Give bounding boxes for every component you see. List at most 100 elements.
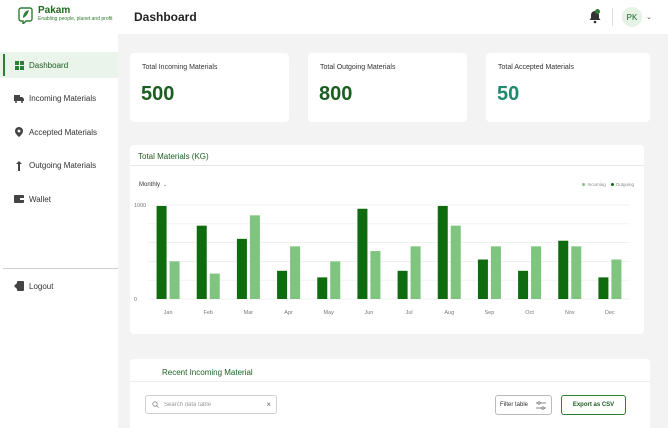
bar-outgoing[interactable] [397, 270, 408, 299]
legend-dot [610, 183, 614, 186]
stat-label: Total Outgoing Materials [320, 64, 396, 71]
search-field[interactable]: × [145, 395, 277, 414]
x-tick-label: Jul [406, 310, 413, 316]
notification-badge [595, 9, 600, 14]
bar-outgoing[interactable] [598, 277, 609, 299]
chart-title: Total Materials (KG) [138, 152, 209, 161]
legend-item-outgoing: Outgoing [610, 182, 634, 187]
bar-incoming[interactable] [370, 251, 381, 299]
brand-tagline: Enabling people, planet and profit [38, 16, 113, 22]
pakam-logo-icon [18, 7, 33, 24]
stat-card-outgoing: Total Outgoing Materials 800 [308, 53, 467, 122]
recent-incoming-card: Recent Incoming Material × Filter table [130, 359, 650, 428]
stat-label: Total Incoming Materials [142, 64, 218, 71]
stat-label: Total Accepted Materials [498, 64, 574, 71]
section-divider [130, 381, 650, 382]
brand[interactable]: Pakam Enabling people, planet and profit [18, 5, 113, 24]
bar-outgoing[interactable] [317, 277, 328, 299]
bar-outgoing[interactable] [236, 238, 247, 299]
x-tick-label: May [324, 310, 335, 316]
period-dropdown[interactable]: Monthly ⌄ [139, 182, 167, 188]
stat-card-incoming: Total Incoming Materials 500 [130, 53, 289, 122]
y-tick-label: 1000 [134, 203, 146, 209]
top-header: Dashboard PK ⌄ [118, 0, 668, 34]
legend-item-incoming: Incoming [582, 182, 606, 187]
stat-value: 50 [497, 83, 520, 105]
x-tick-label: Aug [444, 310, 454, 316]
bar-outgoing[interactable] [558, 240, 569, 299]
filter-label: Filter table [500, 402, 529, 408]
x-tick-label: Mar [244, 310, 254, 316]
bar-incoming[interactable] [249, 215, 260, 299]
sidebar-item-label: Accepted Materials [29, 127, 98, 137]
y-tick-label: 0 [134, 297, 137, 303]
legend-label: Outgoing [615, 182, 634, 187]
avatar-initials: PK [626, 12, 638, 22]
x-tick-label: Apr [284, 310, 293, 316]
legend-label: Incoming [587, 182, 606, 187]
bar-incoming[interactable] [169, 261, 180, 299]
search-icon [152, 401, 159, 408]
x-tick-label: Jun [364, 310, 373, 316]
bar-incoming[interactable] [611, 259, 622, 299]
bar-incoming[interactable] [410, 246, 421, 299]
logout-button[interactable]: Logout [0, 276, 118, 296]
x-tick-label: Feb [204, 310, 213, 316]
sidebar-item-label: Outgoing Materials [29, 161, 97, 170]
sidebar-item-accepted-materials[interactable]: Accepted Materials [0, 119, 118, 145]
logout-label: Logout [29, 281, 54, 291]
sidebar-divider [3, 268, 118, 269]
logout-icon [14, 281, 24, 291]
page-title: Dashboard [134, 10, 197, 24]
brand-name: Pakam [38, 5, 71, 16]
bar-outgoing[interactable] [277, 270, 288, 299]
wallet-icon [14, 194, 24, 204]
section-title: Recent Incoming Material [162, 368, 253, 377]
bar-incoming[interactable] [450, 225, 461, 299]
stat-value: 500 [141, 83, 175, 105]
filter-table-button[interactable]: Filter table [495, 395, 552, 415]
x-tick-label: Jan [164, 310, 173, 316]
filter-sliders-icon [536, 401, 546, 410]
bar-incoming[interactable] [330, 261, 341, 299]
bar-incoming[interactable] [209, 273, 220, 299]
sidebar-item-outgoing-materials[interactable]: Outgoing Materials [0, 153, 118, 179]
grid-icon [14, 60, 24, 70]
sidebar-item-label: Dashboard [29, 60, 69, 70]
bar-outgoing[interactable] [156, 205, 167, 299]
bar-outgoing[interactable] [357, 208, 368, 299]
app-root: Pakam Enabling people, planet and profit… [0, 0, 668, 428]
sidebar-item-wallet[interactable]: Wallet [0, 186, 118, 212]
header-divider [612, 8, 613, 26]
bar-incoming[interactable] [531, 246, 542, 299]
bar-incoming[interactable] [290, 246, 301, 299]
avatar[interactable]: PK [622, 7, 642, 27]
sidebar-item-label: Wallet [29, 194, 51, 204]
sidebar-item-label: Incoming Materials [29, 94, 97, 103]
bar-outgoing[interactable] [437, 205, 448, 299]
sidebar-item-incoming-materials[interactable]: Incoming Materials [0, 86, 118, 112]
bar-outgoing[interactable] [477, 259, 488, 299]
chart-title-divider [130, 165, 644, 166]
export-csv-button[interactable]: Export as CSV [561, 395, 626, 415]
export-label: Export as CSV [572, 402, 615, 408]
legend-dot [582, 183, 586, 186]
bar-outgoing[interactable] [518, 270, 529, 299]
x-tick-label: Nov [565, 310, 575, 316]
close-icon[interactable]: × [266, 400, 271, 409]
x-tick-label: Sep [485, 310, 495, 316]
materials-chart-card: Total Materials (KG) Monthly ⌄ Incoming O… [130, 145, 644, 334]
chevron-down-icon: ⌄ [163, 182, 168, 188]
arrow-up-icon [14, 160, 24, 171]
search-input[interactable] [164, 401, 259, 408]
chevron-down-icon[interactable]: ⌄ [646, 13, 652, 21]
sidebar-item-dashboard[interactable]: Dashboard [0, 52, 118, 78]
bar-chart: 0 1000 Jan Feb Mar Apr May Jun Jul Aug Sep Oct Nov De… [134, 203, 630, 316]
stat-value: 800 [319, 83, 353, 105]
x-tick-label: Oct [525, 310, 534, 316]
bar-outgoing[interactable] [196, 225, 207, 299]
location-pin-icon [14, 127, 24, 137]
truck-icon [14, 94, 24, 104]
bar-incoming[interactable] [571, 246, 582, 299]
bar-incoming[interactable] [490, 246, 501, 299]
